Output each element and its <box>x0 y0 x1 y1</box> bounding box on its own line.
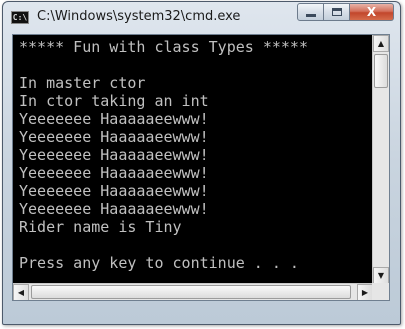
arrow-right-icon: ▶ <box>361 288 369 297</box>
console-line: ***** Fun with class Types ***** <box>19 38 308 56</box>
console-line: Yeeeeeee Haaaaaeewww! <box>19 110 209 128</box>
caption-buttons: X <box>297 3 394 21</box>
console-line: Yeeeeeee Haaaaaeewww! <box>19 182 209 200</box>
scrollbar-corner <box>372 283 389 300</box>
console-app-icon[interactable]: C:\ <box>11 11 29 24</box>
console-line: In ctor taking an int <box>19 92 209 110</box>
minimize-button[interactable] <box>297 3 324 21</box>
close-icon: X <box>366 5 377 19</box>
maximize-button[interactable] <box>324 3 350 21</box>
console-output-area[interactable]: ***** Fun with class Types ***** In mast… <box>12 34 390 301</box>
console-line: In master ctor <box>19 74 146 92</box>
arrow-left-icon: ◀ <box>17 288 25 297</box>
minimize-icon <box>305 13 316 17</box>
console-line: Press any key to continue . . . <box>19 254 299 272</box>
arrow-down-icon: ▼ <box>377 271 385 280</box>
console-line: Yeeeeeee Haaaaaeewww! <box>19 146 209 164</box>
maximize-icon <box>331 8 342 16</box>
console-line: Yeeeeeee Haaaaaeewww! <box>19 200 209 218</box>
scroll-up-button[interactable]: ▲ <box>373 35 389 52</box>
title-bar[interactable]: C:\ C:\Windows\system32\cmd.exe X <box>3 2 400 32</box>
vertical-scroll-thumb[interactable] <box>374 54 388 88</box>
arrow-up-icon: ▲ <box>377 39 385 48</box>
console-line: Yeeeeeee Haaaaaeewww! <box>19 164 209 182</box>
cmd-window: C:\ C:\Windows\system32\cmd.exe X ***** … <box>2 1 401 325</box>
window-title: C:\Windows\system32\cmd.exe <box>37 9 241 24</box>
vertical-scrollbar[interactable]: ▲ ▼ <box>372 35 389 284</box>
scroll-down-button[interactable]: ▼ <box>373 267 389 284</box>
console-lines: ***** Fun with class Types ***** In mast… <box>19 38 308 272</box>
close-button[interactable]: X <box>350 3 394 21</box>
horizontal-scrollbar[interactable]: ◀ ▶ <box>13 283 373 300</box>
scroll-right-button[interactable]: ▶ <box>357 284 373 300</box>
scroll-left-button[interactable]: ◀ <box>13 284 29 300</box>
console-line: Rider name is Tiny <box>19 218 182 236</box>
horizontal-scroll-thumb[interactable] <box>31 285 351 299</box>
console-line: Yeeeeeee Haaaaaeewww! <box>19 128 209 146</box>
